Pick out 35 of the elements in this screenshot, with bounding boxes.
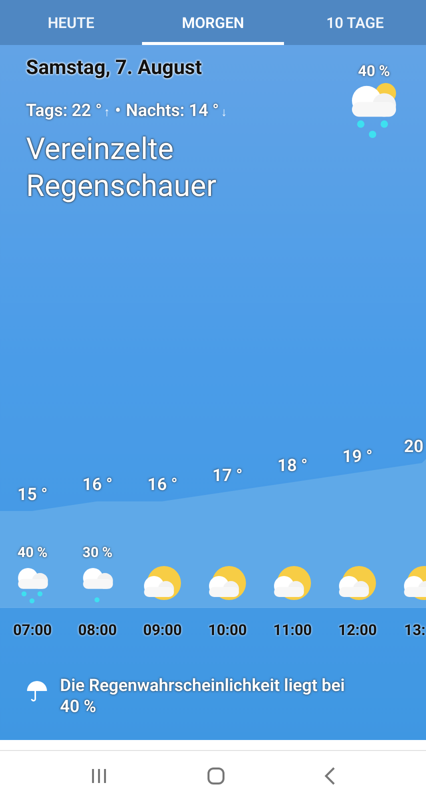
hour-temperature: 16 °	[82, 475, 113, 496]
back-icon	[324, 766, 336, 784]
hour-time: 08:00	[78, 621, 117, 641]
rain-probability: 40 %	[358, 62, 390, 80]
hour-time: 09:00	[143, 621, 182, 641]
weather-condition: Vereinzelte Regenschauer	[26, 131, 218, 205]
hour-temperature: 18 °	[277, 456, 308, 476]
tab[interactable]: 10 TAGE	[284, 0, 426, 45]
recent-apps-icon	[90, 768, 108, 784]
hour-temperature: 17 °	[212, 466, 243, 486]
hour-temperature: 15 °	[17, 485, 48, 505]
hour-time: 12:00	[338, 621, 377, 641]
hour-rain-probability: 40 %	[18, 545, 48, 561]
rain-probability-note: Die Regenwahrscheinlichkeit liegt bei 40 %	[60, 676, 346, 718]
separator-dot: •	[114, 101, 121, 121]
hour-temperature: 20	[404, 437, 424, 457]
day-temperature: Tags: 22 °	[26, 101, 102, 121]
up-arrow: ↑	[104, 105, 110, 119]
hour-temperature: 16 °	[147, 475, 178, 496]
hour-temperature: 19 °	[342, 446, 373, 467]
sun-cloud-icon	[208, 565, 246, 603]
hour-time: 13:	[404, 621, 426, 641]
hour-time: 10:00	[208, 621, 247, 641]
sun-cloud-icon	[338, 565, 376, 603]
umbrella-icon	[26, 680, 48, 704]
date-heading: Samstag, 7. August	[26, 55, 203, 79]
home-icon	[206, 766, 225, 784]
sun-cloud-icon	[144, 565, 182, 603]
hour-time: 07:00	[13, 621, 52, 641]
hour-rain-probability: 30 %	[82, 545, 112, 561]
down-arrow: ↓	[220, 105, 227, 119]
sun-cloud-icon	[274, 565, 312, 603]
night-temperature: Nachts: 14 °	[126, 101, 219, 121]
hour-time: 11:00	[273, 621, 312, 641]
tab[interactable]: HEUTE	[0, 0, 142, 45]
